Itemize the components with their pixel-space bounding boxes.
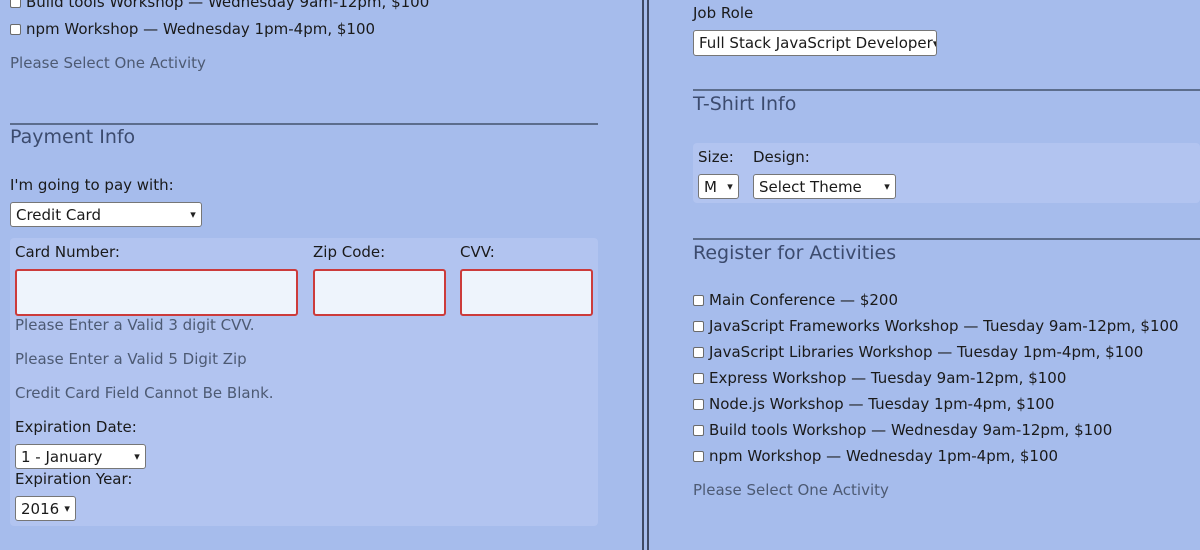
activity-main-conference[interactable]: Main Conference — $200 [693,291,898,309]
checkbox-icon[interactable] [10,23,21,35]
design-value: Select Theme [759,177,862,196]
cvv-label: CVV: [460,243,495,261]
checkbox-icon[interactable] [693,424,704,436]
cvv-input[interactable] [460,269,593,316]
activity-npm[interactable]: npm Workshop — Wednesday 1pm-4pm, $100 [693,447,1058,465]
checkbox-icon[interactable] [693,294,704,306]
section-divider [693,238,1200,240]
activity-error-message: Please Select One Activity [693,481,889,499]
pane-divider [642,0,644,550]
chevron-down-icon: ▾ [933,37,936,50]
checkbox-icon[interactable] [693,346,704,358]
card-number-label: Card Number: [15,243,120,261]
chevron-down-icon: ▾ [134,450,140,463]
pane-divider [647,0,649,550]
activity-label: JavaScript Libraries Workshop — Tuesday … [709,343,1144,361]
section-divider [693,89,1200,91]
card-error-message: Credit Card Field Cannot Be Blank. [15,384,274,402]
activities-section-title: Register for Activities [693,242,897,264]
activity-build-tools[interactable]: Build tools Workshop — Wednesday 9am-12p… [10,0,429,11]
chevron-down-icon: ▾ [884,180,890,193]
activity-error-message: Please Select One Activity [10,54,206,72]
activity-build-tools[interactable]: Build tools Workshop — Wednesday 9am-12p… [693,421,1112,439]
activity-label: JavaScript Frameworks Workshop — Tuesday… [709,317,1179,335]
design-label: Design: [753,148,810,166]
cvv-error-message: Please Enter a Valid 3 digit CVV. [15,316,255,334]
design-select[interactable]: Select Theme ▾ [753,174,896,199]
activity-express[interactable]: Express Workshop — Tuesday 9am-12pm, $10… [693,369,1066,387]
zip-code-input[interactable] [313,269,446,316]
chevron-down-icon: ▾ [727,180,733,193]
activity-js-libraries[interactable]: JavaScript Libraries Workshop — Tuesday … [693,343,1143,361]
card-number-input[interactable] [15,269,298,316]
activity-label: npm Workshop — Wednesday 1pm-4pm, $100 [26,20,376,38]
tshirt-section-title: T-Shirt Info [693,93,797,115]
activity-label: Express Workshop — Tuesday 9am-12pm, $10… [709,369,1067,387]
activity-label: Build tools Workshop — Wednesday 9am-12p… [26,0,430,11]
checkbox-icon[interactable] [693,450,704,462]
checkbox-icon[interactable] [693,398,704,410]
expiration-month-select[interactable]: 1 - January ▾ [15,444,146,469]
activity-label: npm Workshop — Wednesday 1pm-4pm, $100 [709,447,1059,465]
activity-npm[interactable]: npm Workshop — Wednesday 1pm-4pm, $100 [10,20,375,38]
checkbox-icon[interactable] [693,372,704,384]
left-form-pane: Build tools Workshop — Wednesday 9am-12p… [0,0,642,550]
chevron-down-icon: ▾ [64,502,70,515]
job-role-label: Job Role [693,4,754,22]
zip-error-message: Please Enter a Valid 5 Digit Zip [15,350,247,368]
activity-nodejs[interactable]: Node.js Workshop — Tuesday 1pm-4pm, $100 [693,395,1054,413]
payment-section-title: Payment Info [10,126,136,148]
activity-label: Main Conference — $200 [709,291,899,309]
size-select[interactable]: M ▾ [698,174,739,199]
section-divider [10,123,598,125]
activity-label: Build tools Workshop — Wednesday 9am-12p… [709,421,1113,439]
expiration-year-label: Expiration Year: [15,470,133,488]
size-label: Size: [698,148,734,166]
checkbox-icon[interactable] [693,320,704,332]
expiration-year-select[interactable]: 2016 ▾ [15,496,76,521]
size-value: M [704,177,717,196]
job-role-select[interactable]: Full Stack JavaScript Developer ▾ [693,30,937,56]
payment-method-value: Credit Card [16,205,101,224]
pay-with-label: I'm going to pay with: [10,176,174,194]
zip-code-label: Zip Code: [313,243,386,261]
activity-js-frameworks[interactable]: JavaScript Frameworks Workshop — Tuesday… [693,317,1179,335]
activity-label: Node.js Workshop — Tuesday 1pm-4pm, $100 [709,395,1055,413]
expiration-date-label: Expiration Date: [15,418,137,436]
payment-method-select[interactable]: Credit Card ▾ [10,202,202,227]
right-form-pane: Job Role Full Stack JavaScript Developer… [650,0,1200,550]
checkbox-icon[interactable] [10,0,21,8]
expiration-year-value: 2016 [21,499,60,518]
expiration-month-value: 1 - January [21,447,103,466]
job-role-value: Full Stack JavaScript Developer [699,34,933,52]
chevron-down-icon: ▾ [190,208,196,221]
